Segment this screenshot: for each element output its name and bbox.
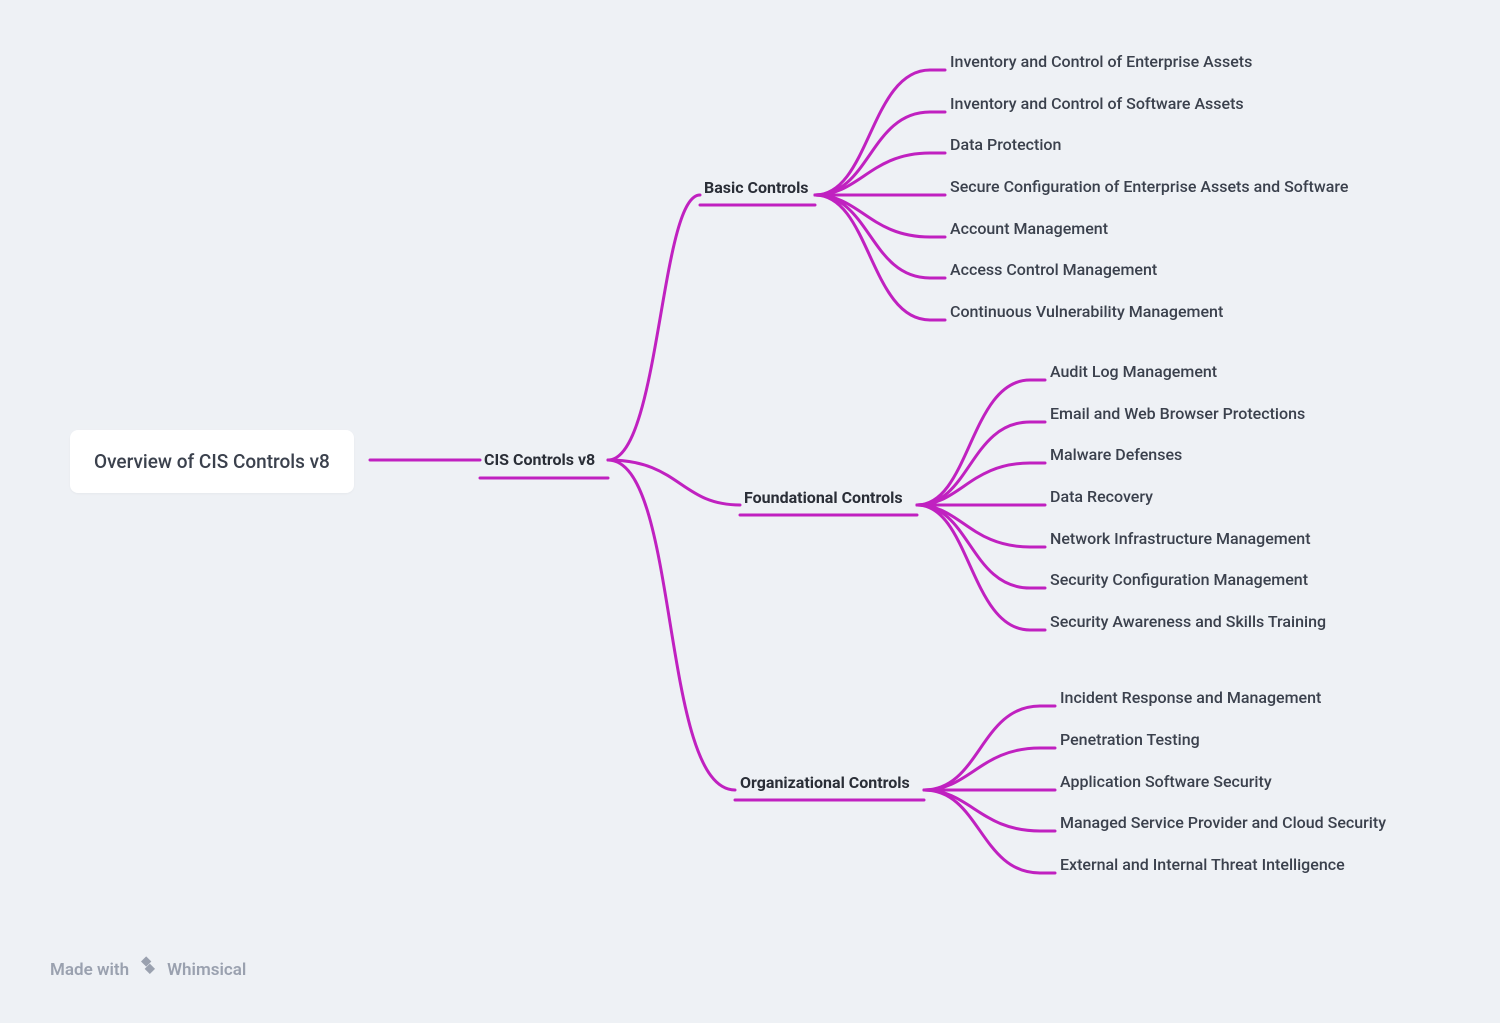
leaf-cont-vuln-mgmt[interactable]: Continuous Vulnerability Management bbox=[950, 302, 1223, 321]
leaf-data-protection[interactable]: Data Protection bbox=[950, 135, 1061, 154]
leaf-account-mgmt[interactable]: Account Management bbox=[950, 219, 1108, 238]
leaf-secure-config[interactable]: Secure Configuration of Enterprise Asset… bbox=[950, 177, 1348, 196]
leaf-threat-intel[interactable]: External and Internal Threat Intelligenc… bbox=[1060, 855, 1345, 874]
leaf-inventory-enterprise[interactable]: Inventory and Control of Enterprise Asse… bbox=[950, 52, 1252, 71]
footer-attribution: Made with Whimsical bbox=[50, 956, 246, 983]
leaf-msp-cloud-sec[interactable]: Managed Service Provider and Cloud Secur… bbox=[1060, 813, 1386, 832]
leaf-malware-defenses[interactable]: Malware Defenses bbox=[1050, 445, 1182, 464]
leaf-pentest[interactable]: Penetration Testing bbox=[1060, 730, 1200, 749]
root-label: Overview of CIS Controls v8 bbox=[94, 450, 330, 473]
leaf-email-web[interactable]: Email and Web Browser Protections bbox=[1050, 404, 1305, 423]
node-foundational-controls[interactable]: Foundational Controls bbox=[744, 488, 903, 507]
footer-made-with: Made with bbox=[50, 960, 129, 980]
leaf-incident-response[interactable]: Incident Response and Management bbox=[1060, 688, 1321, 707]
node-basic-controls[interactable]: Basic Controls bbox=[704, 178, 809, 197]
leaf-audit-log[interactable]: Audit Log Management bbox=[1050, 362, 1217, 381]
leaf-inventory-software[interactable]: Inventory and Control of Software Assets bbox=[950, 94, 1244, 113]
node-cis-controls[interactable]: CIS Controls v8 bbox=[484, 450, 595, 469]
node-organizational-controls[interactable]: Organizational Controls bbox=[740, 773, 910, 792]
footer-brand: Whimsical bbox=[167, 960, 246, 980]
leaf-data-recovery[interactable]: Data Recovery bbox=[1050, 487, 1153, 506]
leaf-network-infra[interactable]: Network Infrastructure Management bbox=[1050, 529, 1311, 548]
leaf-app-sw-security[interactable]: Application Software Security bbox=[1060, 772, 1272, 791]
root-node[interactable]: Overview of CIS Controls v8 bbox=[70, 430, 354, 493]
leaf-sec-config-mgmt[interactable]: Security Configuration Management bbox=[1050, 570, 1308, 589]
leaf-sec-awareness[interactable]: Security Awareness and Skills Training bbox=[1050, 612, 1326, 631]
whimsical-logo-icon bbox=[137, 956, 159, 983]
leaf-access-control[interactable]: Access Control Management bbox=[950, 260, 1157, 279]
